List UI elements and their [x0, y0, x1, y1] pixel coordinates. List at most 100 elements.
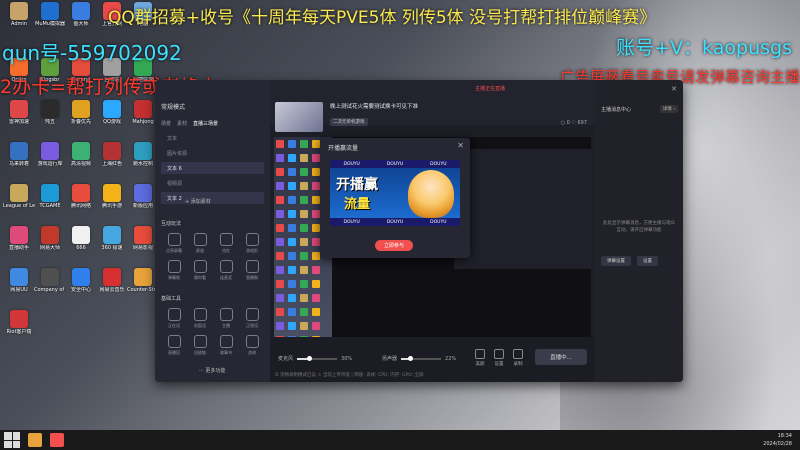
- desktop-shortcut[interactable]: 雷神加速: [3, 100, 35, 125]
- speaker-percent: 22%: [445, 355, 457, 362]
- go-live-button[interactable]: 直播中...: [535, 349, 587, 365]
- desktop-shortcut[interactable]: Company of Heroes 2: [34, 268, 66, 293]
- app-icon: [10, 268, 28, 286]
- settings-button[interactable]: 设置: [494, 349, 504, 367]
- tool-icon: [245, 335, 259, 348]
- promo-dialog: 开播赢流量 ✕ DOUYU DOUYU DOUYU 开播赢 流量 DOUYU D…: [320, 138, 470, 258]
- more-features-button[interactable]: ··· 更多功能: [199, 367, 225, 374]
- preview-icon-thumb: [276, 294, 284, 302]
- tool-button[interactable]: 连麦奖: [213, 260, 239, 281]
- beauty-button[interactable]: 美颜: [475, 349, 485, 367]
- desktop-shortcut[interactable]: 腾讯网络: [65, 184, 97, 209]
- desktop-shortcut[interactable]: 折叠优先: [65, 100, 97, 125]
- tab-material[interactable]: 素材: [177, 120, 187, 127]
- tool-button[interactable]: 正视设: [239, 308, 265, 329]
- desktop-shortcut[interactable]: 忳五: [34, 100, 66, 125]
- tab-scene[interactable]: 场景: [161, 120, 171, 127]
- message-settings-button[interactable]: 设置: [637, 256, 658, 266]
- status-bar: ⏱ 流畅录制模式已设 ⚠ 当前上传带宽 | 网速: 丢帧: CPU: 内存: G…: [275, 373, 424, 378]
- source-item[interactable]: 文本 6: [161, 162, 264, 174]
- app-icon: [41, 184, 59, 202]
- desktop-shortcut-label: 游戏运行库: [37, 161, 63, 167]
- system-clock[interactable]: 18:34 2024/02/28: [763, 432, 792, 448]
- tool-button[interactable]: 游戏形: [239, 233, 265, 254]
- tool-icon: [193, 233, 207, 246]
- desktop-shortcut[interactable]: League of Legends: [3, 184, 35, 209]
- settings-label: 设置: [494, 362, 504, 367]
- speaker-slider[interactable]: [401, 355, 442, 361]
- stream-title[interactable]: 晚上测试花火需要测试换卡可见下准: [330, 102, 418, 110]
- mic-percent: 30%: [341, 355, 353, 362]
- join-now-button[interactable]: 立即参与: [375, 240, 413, 251]
- add-source-button[interactable]: + 添加素材: [185, 198, 211, 205]
- tool-button[interactable]: 跳时看: [187, 260, 213, 281]
- desktop-shortcut[interactable]: 网易UU: [3, 268, 35, 293]
- desktop-shortcut[interactable]: 网易云音乐: [96, 268, 128, 293]
- tool-button[interactable]: 回放链: [187, 335, 213, 356]
- desktop-shortcut[interactable]: QQ游戏: [96, 100, 128, 125]
- taskbar-stream-app-icon[interactable]: [50, 433, 64, 447]
- preview-icon-thumb: [276, 140, 284, 148]
- preview-icon-thumb: [312, 168, 320, 176]
- windows-start-icon[interactable]: [4, 432, 20, 448]
- tool-button[interactable]: 咨询: [239, 335, 265, 356]
- tab-live-scene[interactable]: 直播三场景: [193, 120, 218, 127]
- taskbar-app-icon[interactable]: [28, 433, 42, 447]
- source-item[interactable]: 文本 2: [161, 192, 264, 204]
- preview-icon-thumb: [288, 154, 296, 162]
- tool-button[interactable]: 也在: [213, 233, 239, 254]
- tool-button[interactable]: 点亮屏幕: [161, 233, 187, 254]
- source-item[interactable]: 文本: [161, 132, 264, 144]
- message-detail-button[interactable]: 详情 ›: [659, 105, 678, 113]
- desktop-shortcut[interactable]: 网易大师: [34, 226, 66, 251]
- scene-mode-select[interactable]: 常规模式: [161, 102, 185, 111]
- desktop-shortcut[interactable]: 马来转着: [3, 142, 35, 167]
- desktop-shortcut[interactable]: 安全中心: [65, 268, 97, 293]
- tool-button[interactable]: 正在设: [161, 308, 187, 329]
- danmaku-settings-button[interactable]: 弹幕设置: [601, 256, 631, 266]
- preview-icon-thumb: [276, 168, 284, 176]
- source-item[interactable]: 图片资源: [161, 147, 264, 159]
- message-center-panel: ✕ 主播消息中心 详情 › 此处显示弹幕消息，方便主播与观众互动，请开启弹幕功能…: [595, 80, 683, 382]
- desktop-shortcut[interactable]: Admin: [3, 2, 35, 27]
- promo-banner-image[interactable]: DOUYU DOUYU DOUYU 开播赢 流量 DOUYU DOUYU DOU…: [330, 160, 460, 226]
- speaker-slider-knob[interactable]: [408, 355, 414, 361]
- tool-button[interactable]: 直播回: [161, 335, 187, 356]
- desktop-shortcut[interactable]: 图大师: [65, 2, 97, 27]
- desktop-shortcut[interactable]: 上海红色: [96, 142, 128, 167]
- record-button[interactable]: 录制: [513, 349, 523, 367]
- banner-strip-bottom: DOUYU DOUYU DOUYU: [330, 218, 460, 226]
- desktop-shortcut[interactable]: TCGAME: [34, 184, 66, 209]
- mic-slider[interactable]: [297, 355, 338, 361]
- source-item[interactable]: 视频源: [161, 177, 264, 189]
- beauty-label: 美颜: [475, 362, 485, 367]
- tool-icon: [193, 260, 207, 273]
- desktop-shortcut[interactable]: 高清视频: [65, 142, 97, 167]
- desktop-shortcut[interactable]: 直播助手: [3, 226, 35, 251]
- desktop-shortcut[interactable]: Riot客户端: [3, 310, 35, 335]
- tool-button[interactable]: 故事书: [213, 335, 239, 356]
- banner-strip-text: DOUYU: [386, 219, 404, 225]
- tool-button[interactable]: 封面设: [187, 308, 213, 329]
- stream-category-tag[interactable]: 二次元单机游戏: [330, 118, 368, 126]
- desktop-shortcut-label: 折叠优先: [70, 119, 91, 125]
- tool-button[interactable]: 直播制: [239, 260, 265, 281]
- desktop-shortcut[interactable]: 腾讯手游: [96, 184, 128, 209]
- tool-button[interactable]: 星道: [187, 233, 213, 254]
- banner-strip-text: DOUYU: [343, 161, 360, 167]
- desktop-shortcut-label: 网易大师: [39, 245, 60, 251]
- tool-icon: [167, 308, 181, 321]
- dialog-close-icon[interactable]: ✕: [457, 141, 464, 150]
- close-icon[interactable]: ✕: [671, 85, 677, 93]
- tool-button[interactable]: 弹幕地: [161, 260, 187, 281]
- preview-icon-thumb: [300, 252, 308, 260]
- stream-cover-thumbnail[interactable]: [275, 102, 323, 132]
- desktop-shortcut[interactable]: 360 极速: [96, 226, 128, 251]
- desktop-shortcut[interactable]: 游戏运行库: [34, 142, 66, 167]
- desktop-shortcut-label: League of Legends: [3, 203, 35, 209]
- mic-slider-knob[interactable]: [307, 355, 313, 361]
- quick-buttons: 美颜 设置 录制: [475, 349, 523, 367]
- tool-button[interactable]: 主播: [213, 308, 239, 329]
- desktop-shortcut[interactable]: MuMu模拟器: [34, 2, 66, 27]
- desktop-shortcut[interactable]: 666: [65, 226, 97, 251]
